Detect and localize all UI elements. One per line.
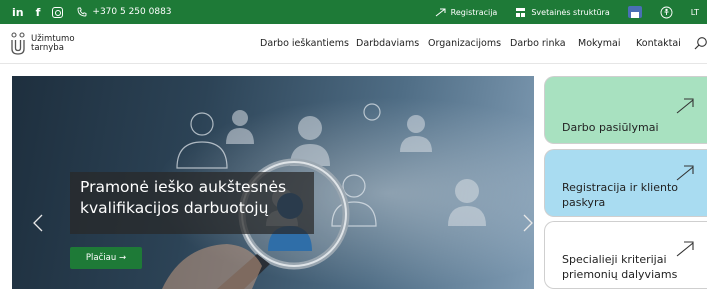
nav-item-labour-market[interactable]: Darbo rinka bbox=[510, 38, 566, 49]
nav-item-organizations[interactable]: Organizacijoms bbox=[428, 38, 501, 49]
linkedin-icon[interactable]: in bbox=[12, 7, 24, 18]
hero-more-button[interactable]: Plačiau → bbox=[70, 247, 142, 269]
logo-text: Užimtumo tarnyba bbox=[31, 35, 75, 53]
arrow-up-right-icon bbox=[435, 8, 446, 16]
phone-icon bbox=[77, 7, 87, 17]
card-label: Registracija ir kliento paskyra bbox=[562, 181, 678, 209]
sitemap-label: Svetainės struktūra bbox=[531, 7, 610, 17]
sitemap-icon bbox=[516, 7, 526, 17]
logo-line-2: tarnyba bbox=[31, 43, 64, 53]
nav-item-job-seekers[interactable]: Darbo ieškantiems bbox=[260, 38, 349, 49]
accessibility-icon bbox=[660, 6, 673, 18]
facebook-icon[interactable]: f bbox=[36, 7, 41, 18]
arrow-up-right-icon bbox=[676, 165, 694, 181]
registration-label: Registracija bbox=[450, 7, 498, 17]
social-links: in f bbox=[12, 6, 64, 18]
phone-link[interactable]: +370 5 250 0883 bbox=[77, 7, 172, 17]
site-logo[interactable]: Užimtumo tarnyba bbox=[10, 32, 75, 56]
card-job-offers[interactable]: Darbo pasiūlymai bbox=[544, 76, 707, 144]
nav-item-contacts[interactable]: Kontaktai bbox=[636, 38, 681, 49]
instagram-icon[interactable] bbox=[52, 6, 64, 18]
site-header: Užimtumo tarnyba Darbo ieškantiems Darbd… bbox=[0, 24, 707, 64]
nav-item-trainings[interactable]: Mokymai bbox=[578, 38, 621, 49]
carousel-next-icon[interactable] bbox=[522, 213, 534, 233]
arrow-up-right-icon bbox=[676, 98, 694, 114]
top-utility-links: Registracija Svetainės struktūra LT bbox=[435, 0, 707, 24]
language-selector[interactable]: LT bbox=[691, 8, 699, 17]
sign-language-icon bbox=[627, 6, 642, 18]
hero-title: Pramonė ieško aukštesnės kvalifikacijos … bbox=[70, 172, 314, 234]
arrow-up-right-icon bbox=[676, 241, 694, 257]
carousel-prev-icon[interactable] bbox=[32, 213, 44, 233]
logo-icon bbox=[11, 32, 25, 55]
hero-carousel[interactable]: Pramonė ieško aukštesnės kvalifikacijos … bbox=[12, 76, 534, 289]
search-icon[interactable] bbox=[693, 36, 707, 50]
card-special-criteria[interactable]: Specialieji kriterijai priemonių dalyvia… bbox=[544, 221, 707, 289]
nav-item-employers[interactable]: Darbdaviams bbox=[356, 38, 419, 49]
card-label: Darbo pasiūlymai bbox=[562, 121, 659, 134]
phone-number: +370 5 250 0883 bbox=[92, 7, 172, 17]
top-bar: in f +370 5 250 0883 Registracija Svetai… bbox=[0, 0, 707, 24]
sign-language-link[interactable] bbox=[627, 6, 642, 18]
accessibility-link[interactable] bbox=[660, 6, 673, 19]
card-registration[interactable]: Registracija ir kliento paskyra bbox=[544, 149, 707, 217]
registration-link[interactable]: Registracija bbox=[435, 7, 498, 17]
sitemap-link[interactable]: Svetainės struktūra bbox=[515, 7, 610, 18]
